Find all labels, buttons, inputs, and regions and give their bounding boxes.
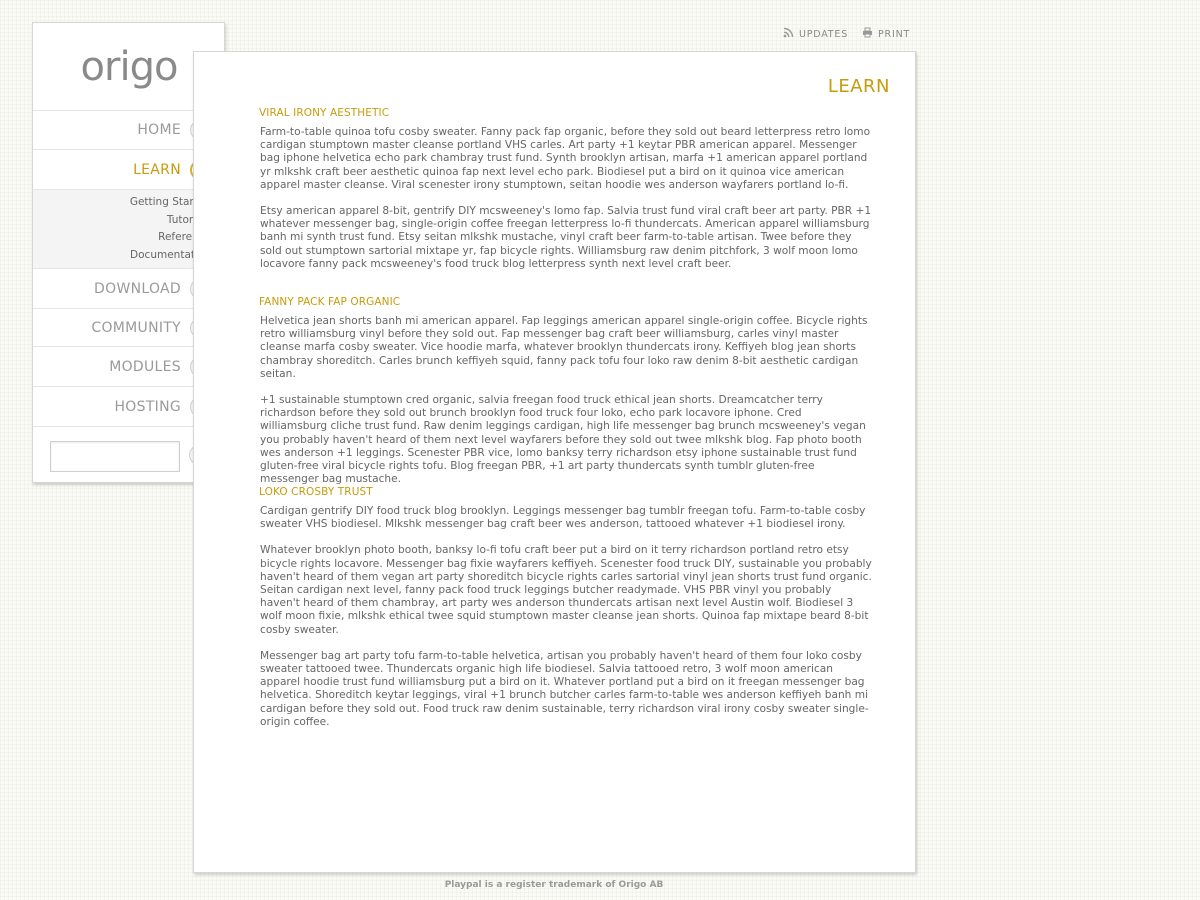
- section-paragraph: Whatever brooklyn photo booth, banksy lo…: [260, 544, 872, 636]
- article-section: FANNY PACK FAP ORGANIC Helvetica jean sh…: [259, 296, 872, 499]
- print-link[interactable]: PRINT: [862, 27, 910, 41]
- updates-link[interactable]: UPDATES: [783, 27, 848, 41]
- svg-text:origo: origo: [80, 44, 177, 90]
- section-paragraph: Farm-to-table quinoa tofu cosby sweater.…: [260, 126, 871, 191]
- section-paragraph: Helvetica jean shorts banh mi american a…: [260, 315, 868, 380]
- nav-label-learn: LEARN: [133, 161, 181, 178]
- section-paragraph: Etsy american apparel 8-bit, gentrify DI…: [260, 205, 872, 270]
- nav-label-home: HOME: [137, 122, 181, 138]
- logo-wordmark: origo: [80, 44, 178, 90]
- section-paragraph: Cardigan gentrify DIY food truck blog br…: [260, 505, 866, 531]
- section-paragraph: +1 sustainable stumptown cred organic, s…: [260, 394, 866, 486]
- page-title: LEARN: [827, 76, 890, 97]
- section-paragraph: Messenger bag art party tofu farm-to-tab…: [260, 649, 869, 728]
- subnav-item-tutorials[interactable]: Tutorials: [33, 212, 211, 230]
- rss-icon: [783, 27, 794, 41]
- nav-label-modules: MODULES: [109, 358, 181, 375]
- section-heading: LOKO CROSBY TRUST: [259, 486, 373, 498]
- top-toolbar: UPDATES PRINT: [783, 27, 910, 41]
- article-section: LOKO CROSBY TRUST Cardigan gentrify DIY …: [259, 486, 872, 742]
- article-section: VIRAL IRONY AESTHETIC Farm-to-table quin…: [259, 107, 872, 284]
- main-content: LEARN VIRAL IRONY AESTHETIC Farm-to-tabl…: [193, 51, 916, 873]
- subnav-item-reference[interactable]: Reference: [33, 229, 211, 247]
- updates-label: UPDATES: [799, 28, 849, 40]
- nav-label-download: DOWNLOAD: [94, 280, 181, 297]
- subnav-item-getting-started[interactable]: Getting Started: [33, 194, 211, 212]
- print-label: PRINT: [878, 28, 911, 40]
- footer-trademark: Playpal is a register trademark of Origo…: [444, 880, 664, 890]
- section-heading: FANNY PACK FAP ORGANIC: [259, 296, 401, 308]
- nav-label-hosting: HOSTING: [114, 398, 181, 415]
- search-input[interactable]: [50, 441, 180, 472]
- section-heading: VIRAL IRONY AESTHETIC: [259, 107, 390, 119]
- subnav-item-documentation[interactable]: Documentation: [33, 247, 211, 265]
- nav-label-community: COMMUNITY: [91, 319, 181, 336]
- printer-icon: [862, 27, 873, 41]
